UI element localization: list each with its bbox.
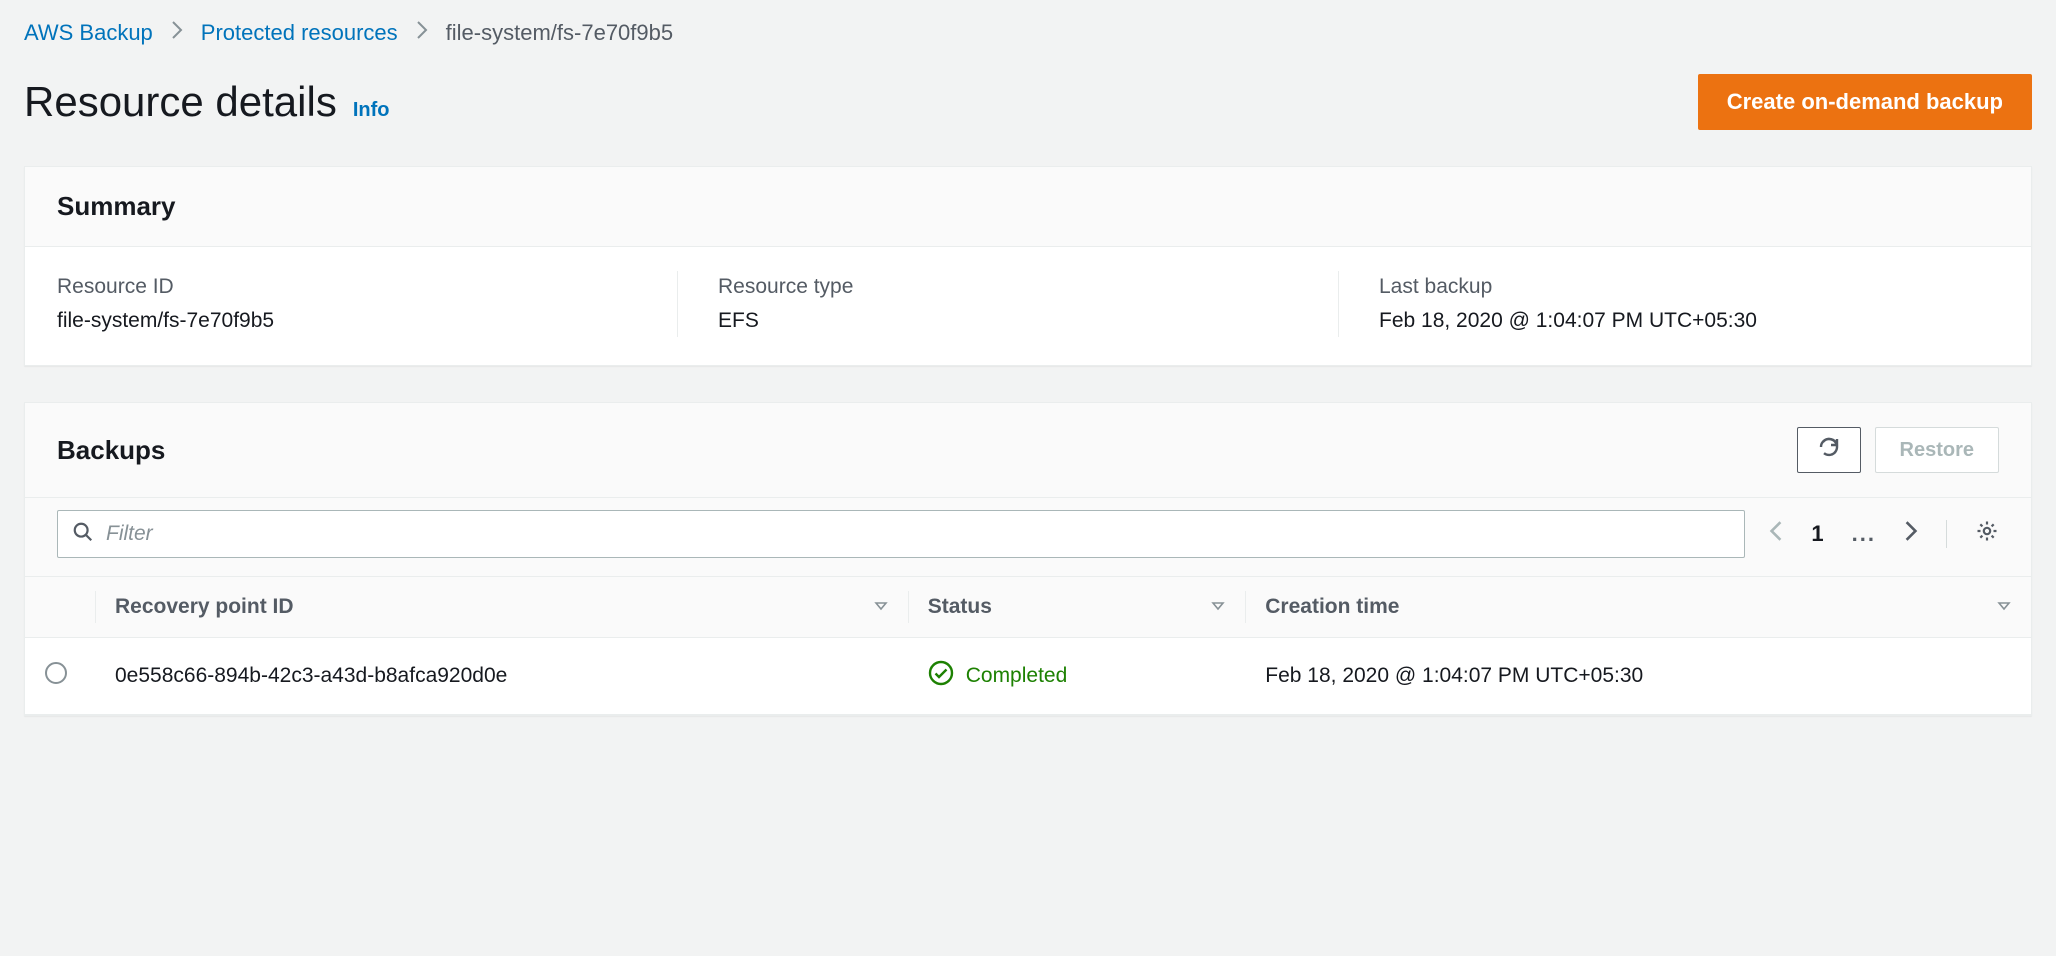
chevron-right-icon xyxy=(171,20,183,46)
page-title: Resource details Info xyxy=(24,78,389,126)
filter-input[interactable] xyxy=(94,522,1730,546)
summary-title: Summary xyxy=(57,191,176,222)
filter-field[interactable] xyxy=(57,510,1745,558)
summary-panel: Summary Resource ID file-system/fs-7e70f… xyxy=(24,166,2032,366)
backups-panel: Backups Restore 1 ... xyxy=(24,402,2032,716)
summary-last-backup: Last backup Feb 18, 2020 @ 1:04:07 PM UT… xyxy=(1338,271,1999,337)
restore-button[interactable]: Restore xyxy=(1875,427,1999,473)
summary-label: Resource type xyxy=(718,275,1338,299)
summary-label: Last backup xyxy=(1379,275,1999,299)
column-label: Recovery point ID xyxy=(115,595,294,619)
breadcrumb-root[interactable]: AWS Backup xyxy=(24,20,153,46)
pagination-current: 1 xyxy=(1811,521,1823,547)
row-select-radio[interactable] xyxy=(45,662,67,684)
chevron-left-icon xyxy=(1769,520,1783,548)
sort-icon xyxy=(1211,595,1225,619)
summary-resource-type: Resource type EFS xyxy=(677,271,1338,337)
summary-resource-id: Resource ID file-system/fs-7e70f9b5 xyxy=(57,271,677,337)
gear-icon xyxy=(1975,519,1999,549)
refresh-button[interactable] xyxy=(1797,427,1861,473)
success-icon xyxy=(928,660,954,692)
column-creation-time[interactable]: Creation time xyxy=(1245,577,2031,638)
table-row: 0e558c66-894b-42c3-a43d-b8afca920d0e Com… xyxy=(25,638,2031,715)
summary-header: Summary xyxy=(25,167,2031,247)
sort-icon xyxy=(874,595,888,619)
page-title-text: Resource details xyxy=(24,78,337,126)
divider xyxy=(1946,520,1947,548)
page-header: Resource details Info Create on-demand b… xyxy=(24,74,2032,130)
breadcrumb-protected-resources[interactable]: Protected resources xyxy=(201,20,398,46)
cell-recovery-point-id: 0e558c66-894b-42c3-a43d-b8afca920d0e xyxy=(95,638,908,715)
cell-status: Completed xyxy=(908,638,1246,715)
pagination-next[interactable] xyxy=(1904,520,1918,548)
column-recovery-point-id[interactable]: Recovery point ID xyxy=(95,577,908,638)
table-settings-button[interactable] xyxy=(1975,519,1999,549)
sort-icon xyxy=(1997,595,2011,619)
refresh-icon xyxy=(1817,435,1841,465)
chevron-right-icon xyxy=(1904,520,1918,548)
table-toolbar: 1 ... xyxy=(25,498,2031,576)
info-link[interactable]: Info xyxy=(353,99,390,122)
create-on-demand-backup-button[interactable]: Create on-demand backup xyxy=(1698,74,2032,130)
backups-controls: Restore xyxy=(1797,427,1999,473)
summary-value: EFS xyxy=(718,309,1338,333)
column-status[interactable]: Status xyxy=(908,577,1246,638)
backups-title: Backups xyxy=(57,435,165,466)
backups-header: Backups Restore xyxy=(25,403,2031,498)
summary-grid: Resource ID file-system/fs-7e70f9b5 Reso… xyxy=(25,247,2031,365)
breadcrumb-current: file-system/fs-7e70f9b5 xyxy=(446,20,673,46)
summary-value: Feb 18, 2020 @ 1:04:07 PM UTC+05:30 xyxy=(1379,309,1999,333)
search-icon xyxy=(72,521,94,548)
breadcrumb: AWS Backup Protected resources file-syst… xyxy=(24,20,2032,46)
summary-label: Resource ID xyxy=(57,275,677,299)
cell-creation-time: Feb 18, 2020 @ 1:04:07 PM UTC+05:30 xyxy=(1245,638,2031,715)
column-select xyxy=(25,577,95,638)
status-text: Completed xyxy=(966,664,1068,688)
column-label: Creation time xyxy=(1265,595,1399,619)
column-label: Status xyxy=(928,595,992,619)
chevron-right-icon xyxy=(416,20,428,46)
pagination-ellipsis: ... xyxy=(1852,521,1876,547)
backups-table: Recovery point ID Status xyxy=(25,576,2031,715)
pagination-prev[interactable] xyxy=(1769,520,1783,548)
summary-value: file-system/fs-7e70f9b5 xyxy=(57,309,677,333)
pagination: 1 ... xyxy=(1769,519,1999,549)
